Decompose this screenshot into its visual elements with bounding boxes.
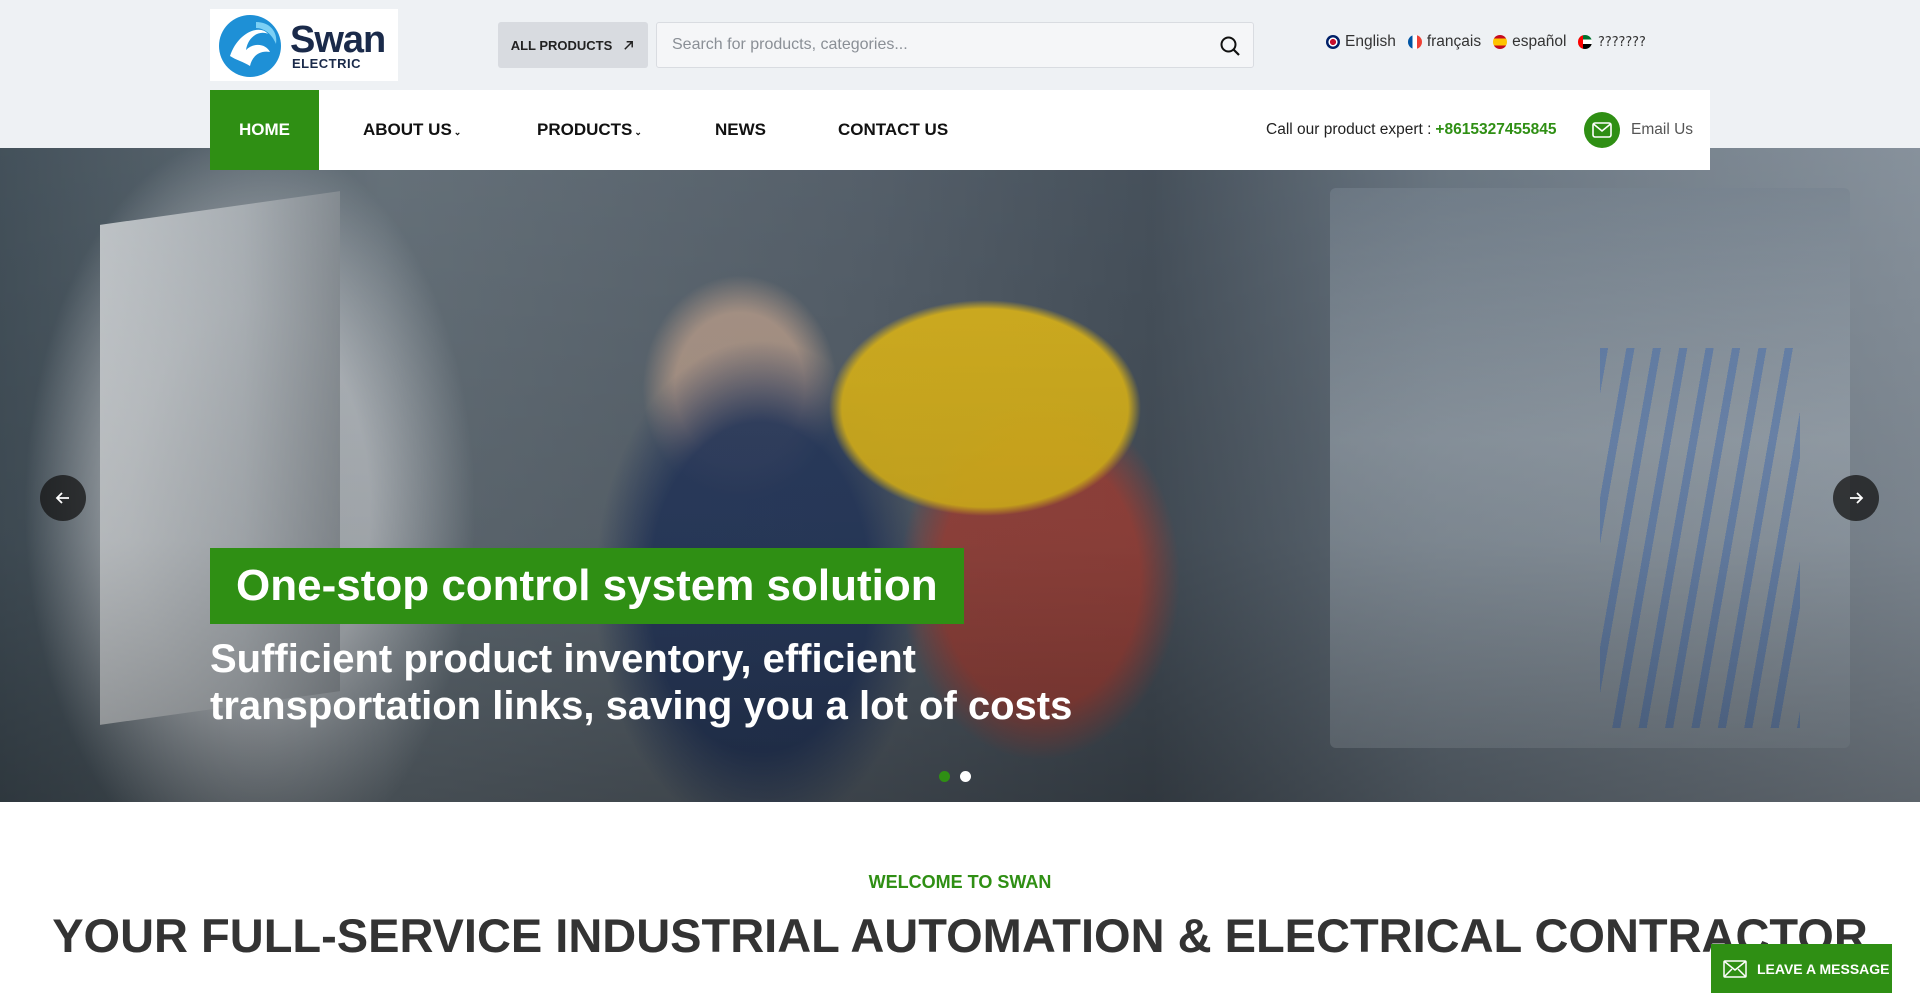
lang-french[interactable]: français [1407,33,1482,51]
nav-label: PRODUCTS [537,120,633,139]
hero-title: One-stop control system solution [236,561,938,610]
lang-label: English [1345,33,1396,50]
lang-label: français [1426,33,1482,50]
nav-about-us[interactable]: ABOUT US ⌄ [363,90,461,170]
logo-text: Swan ELECTRIC [290,18,386,71]
contact-info: Call our product expert : +8615327455845 [1266,90,1557,170]
arrow-left-icon [55,492,69,504]
chevron-down-icon: ⌄ [634,126,642,137]
mail-icon [1592,122,1612,138]
nav-home[interactable]: HOME [210,90,319,170]
main-nav: HOME ABOUT US ⌄ PRODUCTS ⌄ NEWS CONTACT … [210,90,1710,170]
nav-products[interactable]: PRODUCTS ⌄ [537,90,642,170]
lang-label: español [1512,33,1567,50]
nav-label: HOME [239,120,290,139]
contact-prefix: Call our product expert : [1266,121,1432,138]
welcome-section: WELCOME TO SWAN YOUR FULL-SERVICE INDUST… [0,802,1920,993]
hero-title-banner: One-stop control system solution [210,548,964,624]
logo-name: Swan [290,18,386,61]
arrow-right-icon [1850,492,1864,504]
nav-label: ABOUT US [363,120,452,139]
hero-subtitle: Sufficient product inventory, efficient … [210,637,1073,728]
lang-spanish[interactable]: español [1493,33,1566,51]
language-switcher: English français español ??????? [1326,33,1646,51]
leave-message-label: LEAVE A MESSAGE [1757,960,1890,977]
welcome-title: YOUR FULL-SERVICE INDUSTRIAL AUTOMATION … [52,909,1868,962]
slider-pagination [939,771,971,782]
slider-dot-1[interactable] [939,771,950,782]
slider-next-button[interactable] [1833,475,1879,521]
nav-label: CONTACT US [838,120,949,139]
lang-arabic[interactable]: ??????? [1578,34,1646,50]
welcome-kicker: WELCOME TO SWAN [868,872,1052,892]
slider-dot-2[interactable] [960,771,971,782]
france-flag-icon [1407,35,1422,49]
arabic-flag-icon [1578,35,1593,49]
lang-english[interactable]: English [1326,33,1396,51]
leave-message-button[interactable]: LEAVE A MESSAGE [1711,944,1892,993]
logo-subtitle: ELECTRIC [292,55,361,71]
spain-flag-icon [1493,35,1508,49]
search-icon[interactable] [1219,35,1241,57]
all-products-button[interactable]: ALL PRODUCTS [498,22,648,68]
lang-label: ??????? [1597,34,1646,50]
search-input[interactable] [657,23,1253,67]
chevron-down-icon: ⌄ [453,126,462,137]
phone-link[interactable]: +8615327455845 [1435,121,1556,139]
nav-label: NEWS [715,120,766,139]
nav-news[interactable]: NEWS [715,90,766,170]
slider-prev-button[interactable] [40,475,86,521]
all-products-label: ALL PRODUCTS [510,37,613,53]
search-bar [656,22,1254,68]
logo[interactable]: Swan ELECTRIC [210,9,398,81]
email-button[interactable] [1584,112,1620,148]
arrow-up-right-icon [624,40,634,50]
uk-flag-icon [1326,35,1340,49]
hero-slider: One-stop control system solution Suffici… [0,148,1920,802]
nav-contact-us[interactable]: CONTACT US [838,90,948,170]
envelope-icon [1723,959,1747,978]
swan-logo-icon [219,15,281,77]
email-us-link[interactable]: Email Us [1631,90,1693,170]
